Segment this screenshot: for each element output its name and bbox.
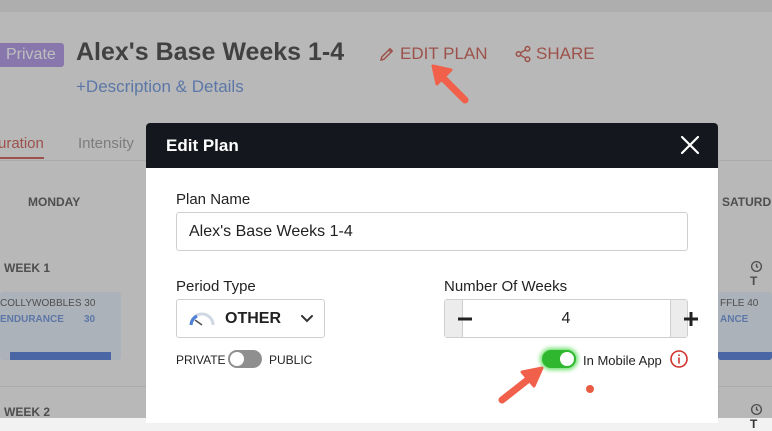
mobile-app-label: In Mobile App (583, 353, 662, 368)
visibility-toggle[interactable] (228, 350, 262, 368)
chevron-down-icon (301, 315, 313, 323)
close-icon[interactable] (680, 135, 700, 155)
weeks-label: Number Of Weeks (444, 278, 568, 295)
period-type-select[interactable]: OTHER (176, 299, 325, 338)
period-type-value: OTHER (225, 309, 281, 327)
annotation-dot (586, 385, 594, 393)
info-icon[interactable] (669, 349, 689, 369)
edit-plan-dialog: Edit Plan Plan Name Period Type OTHER Nu… (146, 123, 718, 423)
weeks-stepper (444, 299, 698, 338)
annotation-arrow (498, 366, 544, 404)
period-type-label: Period Type (176, 278, 256, 295)
public-label: PUBLIC (269, 353, 313, 367)
increment-button[interactable] (670, 300, 698, 337)
weeks-input[interactable] (461, 300, 671, 337)
dialog-title: Edit Plan (166, 136, 239, 155)
annotation-arrow (431, 64, 469, 104)
week-duration-label: T (750, 417, 758, 431)
gauge-icon (189, 312, 215, 326)
private-label: PRIVATE (176, 353, 226, 367)
decrement-button[interactable] (445, 300, 472, 337)
dialog-header: Edit Plan (146, 123, 718, 168)
plan-name-label: Plan Name (176, 191, 251, 208)
plus-icon (683, 312, 698, 326)
minus-icon (458, 317, 472, 321)
toggle-knob (230, 352, 244, 366)
plan-name-input[interactable] (176, 212, 688, 251)
toggle-knob (560, 352, 574, 366)
